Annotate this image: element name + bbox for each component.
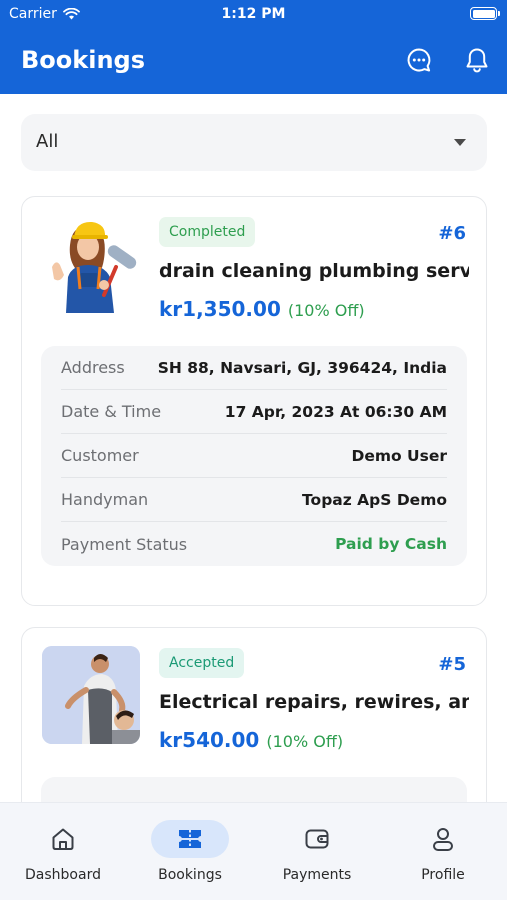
detail-label: Handyman	[61, 490, 149, 509]
page-title: Bookings	[21, 46, 146, 74]
nav-item-bookings[interactable]: Bookings	[127, 803, 253, 900]
status-filter-dropdown[interactable]: All	[21, 114, 487, 171]
nav-label: Dashboard	[25, 867, 101, 883]
booking-id: #6	[438, 223, 466, 244]
chat-icon[interactable]	[404, 45, 434, 75]
discount-label: (10% Off)	[266, 732, 344, 751]
filter-selected-value: All	[36, 131, 59, 152]
nav-item-profile[interactable]: Profile	[380, 803, 506, 900]
wallet-icon	[278, 820, 356, 858]
home-icon	[24, 820, 102, 858]
service-image	[42, 215, 140, 313]
detail-row-address: Address SH 88, Navsari, GJ, 396424, Indi…	[61, 346, 447, 390]
nav-item-payments[interactable]: Payments	[254, 803, 380, 900]
detail-value: Demo User	[351, 446, 447, 465]
price: kr540.00	[159, 728, 260, 752]
booking-id: #5	[438, 654, 466, 675]
detail-value: 17 Apr, 2023 At 06:30 AM	[224, 402, 447, 421]
caret-down-icon	[454, 139, 466, 146]
service-name: drain cleaning plumbing service	[159, 260, 469, 282]
bell-icon[interactable]	[462, 45, 492, 75]
status-time: 1:12 PM	[221, 6, 286, 22]
status-bar: Carrier 1:12 PM	[0, 0, 507, 28]
detail-value: Topaz ApS Demo	[302, 490, 447, 509]
ticket-icon	[151, 820, 229, 858]
detail-value: SH 88, Navsari, GJ, 396424, India	[157, 358, 447, 377]
battery-icon	[470, 7, 500, 20]
status-badge: Accepted	[159, 648, 245, 678]
nav-label: Payments	[282, 867, 352, 883]
app-bar: Carrier 1:12 PM Bookings	[0, 0, 507, 94]
service-image	[42, 646, 140, 744]
booking-card[interactable]: Completed #6 drain cleaning plumbing ser…	[21, 196, 487, 606]
price: kr1,350.00	[159, 297, 281, 321]
detail-label: Customer	[61, 446, 139, 465]
profile-icon	[404, 820, 482, 858]
detail-row-datetime: Date & Time 17 Apr, 2023 At 06:30 AM	[61, 390, 447, 434]
price-row: kr540.00 (10% Off)	[159, 728, 343, 752]
status-badge: Completed	[159, 217, 256, 247]
detail-row-payment-status: Payment Status Paid by Cash	[61, 522, 447, 566]
nav-label: Bookings	[158, 867, 222, 883]
nav-item-dashboard[interactable]: Dashboard	[0, 803, 126, 900]
price-row: kr1,350.00 (10% Off)	[159, 297, 365, 321]
nav-label: Profile	[421, 867, 465, 883]
bottom-navigation: Dashboard Bookings Payments Profile	[0, 802, 507, 900]
discount-label: (10% Off)	[287, 301, 365, 320]
detail-label: Date & Time	[61, 402, 162, 421]
payment-status-value: Paid by Cash	[335, 535, 447, 553]
detail-label: Address	[61, 358, 125, 377]
service-name: Electrical repairs, rewires, and install…	[159, 691, 469, 713]
detail-row-customer: Customer Demo User	[61, 434, 447, 478]
detail-label: Payment Status	[61, 534, 188, 554]
detail-row-handyman: Handyman Topaz ApS Demo	[61, 478, 447, 522]
booking-details: Address SH 88, Navsari, GJ, 396424, Indi…	[41, 346, 467, 566]
